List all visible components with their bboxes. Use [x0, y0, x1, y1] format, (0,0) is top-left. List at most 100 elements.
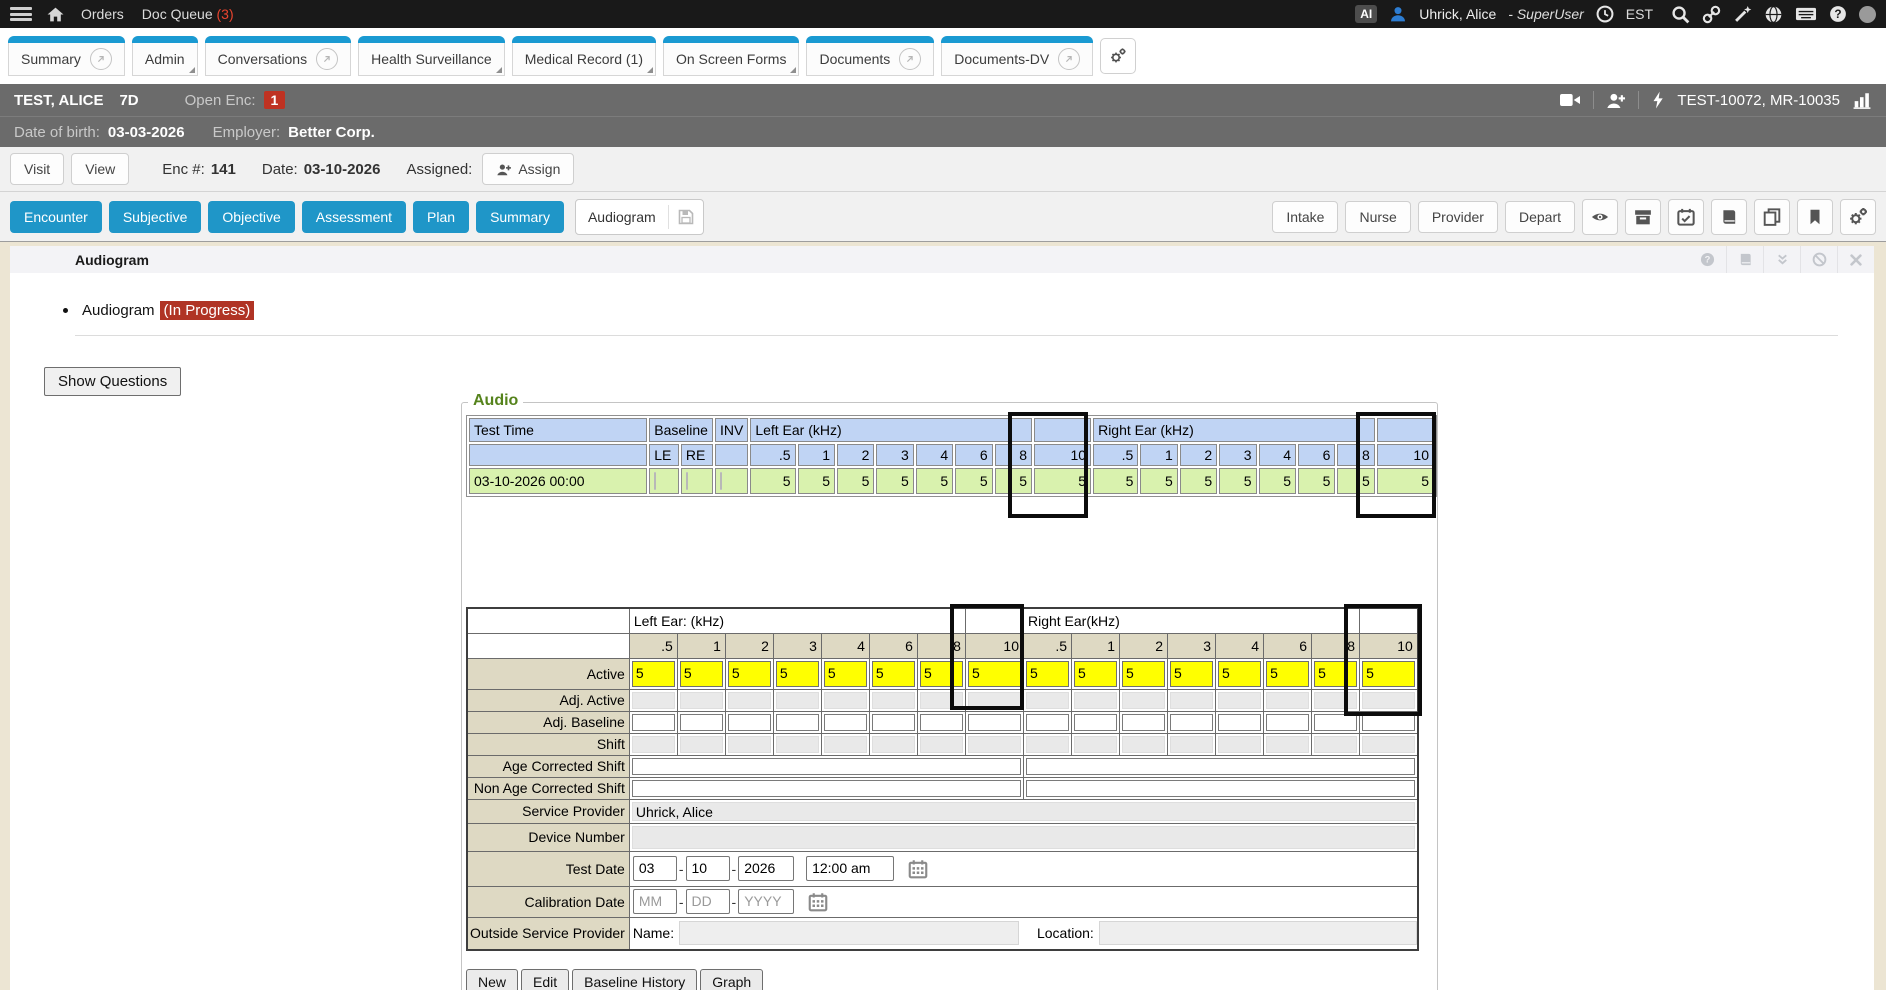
tab-documents-dv[interactable]: Documents-DV	[941, 36, 1093, 76]
input-cell[interactable]	[1170, 714, 1213, 731]
active-threshold-input[interactable]: 5	[968, 661, 1021, 687]
status-circle-icon[interactable]	[1859, 6, 1876, 23]
active-threshold-input[interactable]: 5	[920, 661, 963, 687]
globe-icon[interactable]	[1764, 5, 1783, 24]
input-cell[interactable]	[1218, 714, 1261, 731]
input-cell[interactable]	[728, 714, 771, 731]
active-threshold-input[interactable]: 5	[1266, 661, 1309, 687]
section-summary-button[interactable]: Summary	[476, 201, 564, 233]
calibration-day-input[interactable]: DD	[686, 889, 730, 914]
active-threshold-input[interactable]: 5	[1026, 661, 1069, 687]
input-cell[interactable]	[824, 714, 867, 731]
user-name[interactable]: Uhrick, Alice	[1419, 6, 1496, 22]
tab-admin[interactable]: Admin	[132, 36, 198, 76]
input-cell-wide[interactable]	[632, 758, 1021, 775]
graph-button[interactable]: Graph	[700, 969, 763, 990]
active-threshold-input[interactable]: 5	[680, 661, 723, 687]
external-link-icon[interactable]	[90, 48, 112, 70]
depart-button[interactable]: Depart	[1505, 201, 1575, 233]
section-plan-button[interactable]: Plan	[413, 201, 469, 233]
archive-box-icon[interactable]	[1625, 199, 1661, 235]
calendar-icon[interactable]	[808, 892, 828, 912]
active-threshold-input[interactable]: 5	[776, 661, 819, 687]
input-cell[interactable]	[1314, 714, 1357, 731]
input-cell-wide[interactable]	[1026, 758, 1415, 775]
test-date-month-input[interactable]: 03	[633, 856, 677, 881]
save-icon[interactable]	[669, 209, 703, 225]
provider-button[interactable]: Provider	[1418, 201, 1498, 233]
external-link-icon[interactable]	[316, 48, 338, 70]
help-icon[interactable]: ?	[1829, 5, 1847, 23]
input-cell[interactable]	[632, 714, 675, 731]
breadcrumb-orders[interactable]: Orders	[81, 6, 124, 22]
input-cell[interactable]	[680, 714, 723, 731]
keyboard-icon[interactable]	[1795, 5, 1817, 23]
input-cell-wide[interactable]	[632, 780, 1021, 797]
external-link-icon[interactable]	[1058, 48, 1080, 70]
search-icon[interactable]	[1671, 5, 1690, 24]
section-objective-button[interactable]: Objective	[208, 201, 294, 233]
checkbox[interactable]	[686, 472, 688, 490]
video-camera-icon[interactable]	[1559, 92, 1581, 108]
timezone-label[interactable]: EST	[1626, 6, 1653, 22]
open-enc-badge[interactable]: 1	[264, 91, 286, 109]
audiogram-document-tab[interactable]: Audiogram	[575, 199, 704, 235]
tab-settings-gears-icon[interactable]	[1100, 38, 1136, 74]
input-cell[interactable]	[776, 714, 819, 731]
outside-location-input[interactable]	[1099, 921, 1417, 945]
active-threshold-input[interactable]: 5	[1074, 661, 1117, 687]
cancel-ban-icon[interactable]	[1800, 246, 1837, 273]
calibration-month-input[interactable]: MM	[633, 889, 677, 914]
baseline-history-button[interactable]: Baseline History	[572, 969, 697, 990]
test-row[interactable]: 03-10-2026 00:00 5 5 5 5 5 5 5 5 5 5 5 5…	[469, 468, 1434, 494]
collapse-double-chevron-icon[interactable]	[1763, 246, 1800, 273]
input-cell[interactable]	[872, 714, 915, 731]
tab-conversations[interactable]: Conversations	[205, 36, 352, 76]
input-cell[interactable]	[1026, 714, 1069, 731]
active-threshold-input[interactable]: 5	[1170, 661, 1213, 687]
outside-name-input[interactable]	[679, 921, 1019, 945]
tab-health-surveillance[interactable]: Health Surveillance	[358, 36, 505, 76]
input-cell[interactable]	[968, 714, 1021, 731]
add-person-icon[interactable]	[1606, 92, 1626, 109]
input-cell[interactable]	[1074, 714, 1117, 731]
active-threshold-input[interactable]: 5	[872, 661, 915, 687]
input-cell[interactable]	[1362, 714, 1415, 731]
external-link-icon[interactable]	[899, 48, 921, 70]
nurse-button[interactable]: Nurse	[1345, 201, 1410, 233]
active-threshold-input[interactable]: 5	[1314, 661, 1357, 687]
calendar-icon[interactable]	[908, 859, 928, 879]
tab-medical-record[interactable]: Medical Record (1)	[512, 36, 656, 76]
active-threshold-input[interactable]: 5	[632, 661, 675, 687]
ai-badge[interactable]: AI	[1355, 5, 1377, 23]
baseline-re-cell[interactable]	[681, 468, 713, 494]
section-assessment-button[interactable]: Assessment	[302, 201, 406, 233]
bar-chart-icon[interactable]	[1852, 91, 1872, 109]
baseline-le-cell[interactable]	[649, 468, 679, 494]
input-cell[interactable]	[1122, 714, 1165, 731]
hamburger-menu-icon[interactable]	[10, 7, 32, 21]
active-threshold-input[interactable]: 5	[824, 661, 867, 687]
lightning-bolt-icon[interactable]	[1651, 91, 1665, 109]
copy-pages-icon[interactable]	[1754, 199, 1790, 235]
inv-cell[interactable]	[715, 468, 748, 494]
audiogram-list-item[interactable]: Audiogram (In Progress)	[63, 301, 1874, 320]
panel-book-icon[interactable]	[1726, 246, 1763, 273]
edit-button[interactable]: Edit	[521, 969, 569, 990]
test-date-day-input[interactable]: 10	[686, 856, 730, 881]
home-icon[interactable]	[46, 6, 65, 23]
bookmark-icon[interactable]	[1797, 199, 1833, 235]
test-time-input[interactable]: 12:00 am	[806, 856, 894, 881]
magic-wand-icon[interactable]	[1733, 5, 1752, 24]
active-threshold-input[interactable]: 5	[1122, 661, 1165, 687]
calendar-check-icon[interactable]	[1668, 199, 1704, 235]
assign-button[interactable]: Assign	[482, 153, 574, 185]
active-threshold-input[interactable]: 5	[728, 661, 771, 687]
breadcrumb-doc-queue[interactable]: Doc Queue (3)	[142, 6, 234, 22]
active-threshold-input[interactable]: 5	[1362, 661, 1415, 687]
settings-gears-icon[interactable]	[1840, 199, 1876, 235]
section-encounter-button[interactable]: Encounter	[10, 201, 102, 233]
view-button[interactable]: View	[71, 153, 129, 185]
book-icon[interactable]	[1711, 199, 1747, 235]
close-icon[interactable]	[1837, 246, 1874, 273]
